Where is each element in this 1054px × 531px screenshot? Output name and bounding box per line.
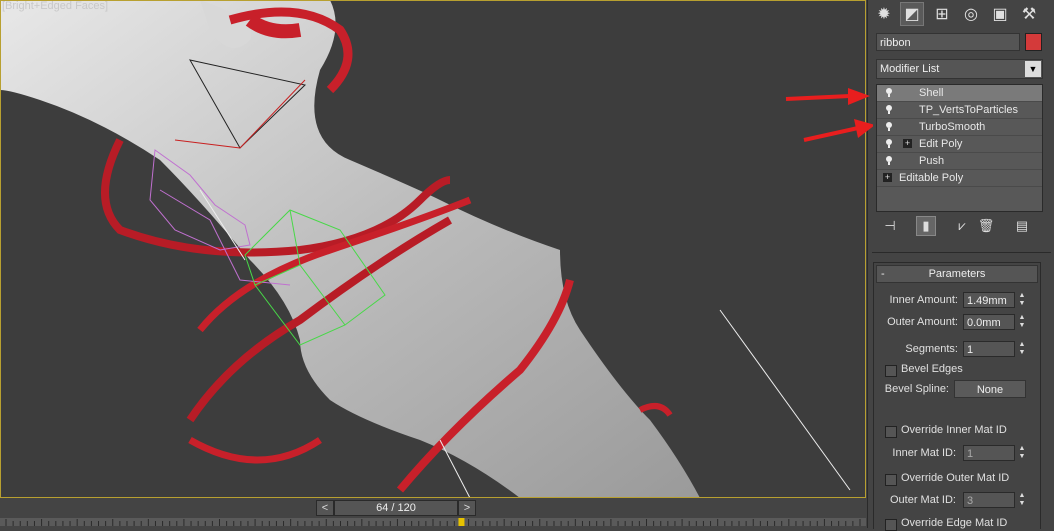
outer-mat-id-spinner[interactable]: 3 [963,492,1015,508]
stack-item-label: Push [919,155,945,167]
bevel-edges-label: Bevel Edges [901,363,963,375]
make-unique-icon[interactable]: ⩗ [952,216,972,236]
collapse-icon: - [881,268,885,280]
stack-item-label: Shell [919,87,944,99]
override-edge-mat-id-checkbox[interactable] [885,519,897,531]
override-inner-mat-id-checkbox[interactable] [885,426,897,438]
hierarchy-tab-icon[interactable]: ⊞ [930,2,954,26]
inner-amount-spin-arrows[interactable]: ▲ ▼ [1017,292,1027,308]
segments-label: Segments: [905,343,958,355]
viewport[interactable]: [Bright+Edged Faces] [0,0,866,498]
time-slider-frame[interactable]: 64 / 120 [334,500,458,516]
timeline-track[interactable] [0,518,866,526]
stack-item-label: Edit Poly [919,138,963,150]
stack-item-label: TP_VertsToParticles [919,104,1019,116]
create-tab-icon[interactable]: ✹ [872,2,896,26]
current-frame-marker [458,518,465,526]
annotation-arrows [785,88,873,142]
viewport-active-border [0,0,866,498]
override-outer-mat-id-label: Override Outer Mat ID [901,472,1010,484]
outer-amount-label: Outer Amount: [887,316,958,328]
inner-mat-id-label: Inner Mat ID: [892,447,956,459]
utilities-tab-icon[interactable]: ⚒ [1017,2,1041,26]
stack-item-edit-poly[interactable]: + Edit Poly [877,136,1042,153]
stack-item-label: Editable Poly [899,172,964,184]
time-slider: < 64 / 120 > [0,498,866,528]
object-color-swatch[interactable] [1025,33,1042,51]
bulb-icon[interactable] [885,121,893,131]
outer-amount-spinner[interactable]: 0.0mm [963,314,1015,330]
divider [872,252,1051,253]
bevel-spline-label: Bevel Spline: [884,383,949,395]
segments-spinner[interactable]: 1 [963,341,1015,357]
override-edge-mat-id-label: Override Edge Mat ID [901,517,1008,529]
inner-amount-label: Inner Amount: [889,294,959,306]
bulb-icon[interactable] [885,104,893,114]
stack-item-label: TurboSmooth [919,121,986,133]
stack-item-tp-verts-to-particles[interactable]: TP_VertsToParticles [877,102,1042,119]
bulb-icon[interactable] [885,155,893,165]
parameters-rollout-header[interactable]: - Parameters [876,265,1038,283]
override-inner-mat-id-label: Override Inner Mat ID [901,424,1007,436]
expand-icon[interactable]: + [903,139,912,148]
command-panel-tabs: ✹ ◩ ⊞ ◎ ▣ ⚒ [868,0,1054,30]
modifier-list-label: Modifier List [880,63,940,75]
pin-stack-icon[interactable]: ⊣ [880,216,900,236]
inner-mat-id-spin-arrows[interactable]: ▲ ▼ [1017,445,1027,461]
parameters-title: Parameters [928,268,986,280]
stack-item-push[interactable]: Push [877,153,1042,170]
stack-item-editable-poly[interactable]: + Editable Poly [877,170,1042,187]
bulb-icon[interactable] [885,87,893,97]
stack-toolbar: ⊣ ▮ ⩗ 🗑 ▤ [880,216,1040,238]
outer-mat-id-label: Outer Mat ID: [889,494,956,506]
chevron-down-icon[interactable]: ▼ [1025,61,1041,77]
segments-spin-arrows[interactable]: ▲ ▼ [1017,341,1027,357]
stack-item-shell[interactable]: Shell [877,85,1042,102]
override-outer-mat-id-checkbox[interactable] [885,474,897,486]
previous-frame-button[interactable]: < [316,500,334,516]
object-name-field[interactable]: ribbon [876,33,1020,51]
bulb-icon[interactable] [885,138,893,148]
command-panel: ✹ ◩ ⊞ ◎ ▣ ⚒ ribbon Modifier List ▼ Shell… [785,0,1054,531]
next-frame-button[interactable]: > [458,500,476,516]
modify-tab-icon[interactable]: ◩ [900,2,924,26]
inner-amount-spinner[interactable]: 1.49mm [963,292,1015,308]
bevel-edges-checkbox[interactable] [885,365,897,377]
outer-amount-spin-arrows[interactable]: ▲ ▼ [1017,314,1027,330]
timeline-ticks [5,518,861,526]
parameters-rollout: - Parameters Inner Amount: 1.49mm ▲ ▼ Out… [873,262,1041,531]
bevel-spline-button[interactable]: None [954,380,1026,398]
modifier-list-dropdown[interactable]: Modifier List ▼ [876,59,1043,79]
motion-tab-icon[interactable]: ◎ [959,2,983,26]
display-tab-icon[interactable]: ▣ [988,2,1012,26]
outer-mat-id-spin-arrows[interactable]: ▲ ▼ [1017,492,1027,508]
remove-modifier-icon[interactable]: 🗑 [976,216,996,236]
show-end-result-icon[interactable]: ▮ [916,216,936,236]
inner-mat-id-spinner[interactable]: 1 [963,445,1015,461]
stack-item-turbosmooth[interactable]: TurboSmooth [877,119,1042,136]
configure-modifier-sets-icon[interactable]: ▤ [1012,216,1032,236]
modifier-stack[interactable]: Shell TP_VertsToParticles TurboSmooth + … [876,84,1043,212]
expand-icon[interactable]: + [883,173,892,182]
